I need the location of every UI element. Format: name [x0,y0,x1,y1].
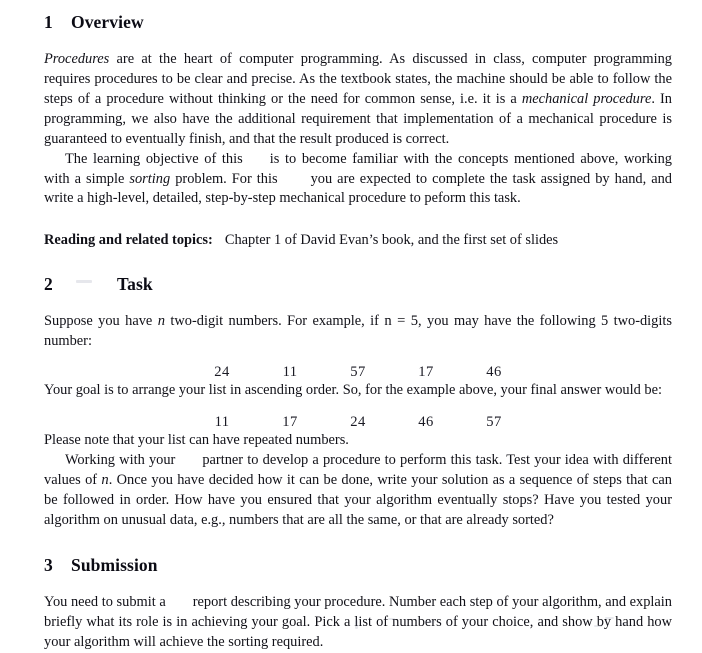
task-p4-part3: . Once you have decided how it can be do… [44,471,672,528]
section-title-3: Submission [71,554,158,575]
section-number-1: 1 [44,12,53,32]
section-number-3: 3 [44,554,53,575]
task-paragraph-2: Your goal is to arrange your list in asc… [44,382,662,399]
submission-paragraph-1: You need to submit a report describing yo… [44,593,672,653]
overview-paragraph-2: The learning objective of this is to beco… [44,150,672,210]
sorted-number: 11 [214,414,230,431]
example-number: 11 [282,364,298,381]
task-paragraph-4: Working with your partner to develop a pr… [44,451,672,531]
sorted-number: 46 [418,414,434,431]
math-equation-n-equals-5: n = 5 [384,313,419,330]
task-paragraph-3: Please note that your list can have repe… [44,432,349,449]
overview-p2-part3: problem. For this [170,170,278,187]
section-heading-submission: 3 Submission [44,555,672,575]
section-heading-overview: 1 Overview [44,12,672,32]
section-title-1: Overview [71,12,144,32]
section-submission: 3 Submission You need to submit a report d… [44,531,672,653]
reading-value: Chapter 1 of David Evan’s book, and the … [224,232,559,249]
example-number-sequence: 24 11 57 17 46 [44,352,672,381]
overview-lead-italic: Procedures [44,51,110,68]
section-heading-task: 2 Task [44,274,672,294]
section-task: 2 Task Suppose you have n two-digit numbe… [44,251,672,530]
redacted-word-section-title [71,276,117,291]
reading-label: Reading and related topics: [44,232,213,249]
submission-p1-part1: You need to submit a [44,593,166,610]
task-p1-part2: two-digit numbers. For example, if [164,313,385,330]
math-variable-n-1: n [157,313,165,330]
section-overview: 1 Overview Procedures are at the heart of… [44,0,672,251]
sorted-number-sequence: 11 17 24 46 57 [44,401,672,431]
example-number: 17 [418,364,434,381]
document-page: 1 Overview Procedures are at the heart of… [0,0,702,652]
task-p4-part1: Working with your [65,452,176,469]
overview-paragraph-1: Procedures are at the heart of computer … [44,50,672,150]
math-variable-n-2: n [101,471,109,488]
section-number-2: 2 [44,274,53,295]
document-content-column: 1 Overview Procedures are at the heart of… [44,0,672,653]
example-number: 24 [214,364,230,381]
sorted-number: 17 [282,414,298,431]
overview-p1-italic2: mechanical procedure [521,90,652,107]
section-title-2: Task [117,274,153,295]
task-p1-part1: Suppose you have [44,313,158,330]
example-number: 46 [486,364,502,381]
task-paragraph-1: Suppose you have n two-digit numbers. Fo… [44,312,672,352]
reading-and-related-topics: Reading and related topics: Chapter 1 of … [44,209,672,251]
sorted-number: 57 [486,414,502,431]
example-number: 57 [350,364,366,381]
overview-p2-italic-sorting: sorting [129,170,171,187]
sorted-number: 24 [350,414,366,431]
overview-p2-part1: The learning objective of this [65,150,243,167]
